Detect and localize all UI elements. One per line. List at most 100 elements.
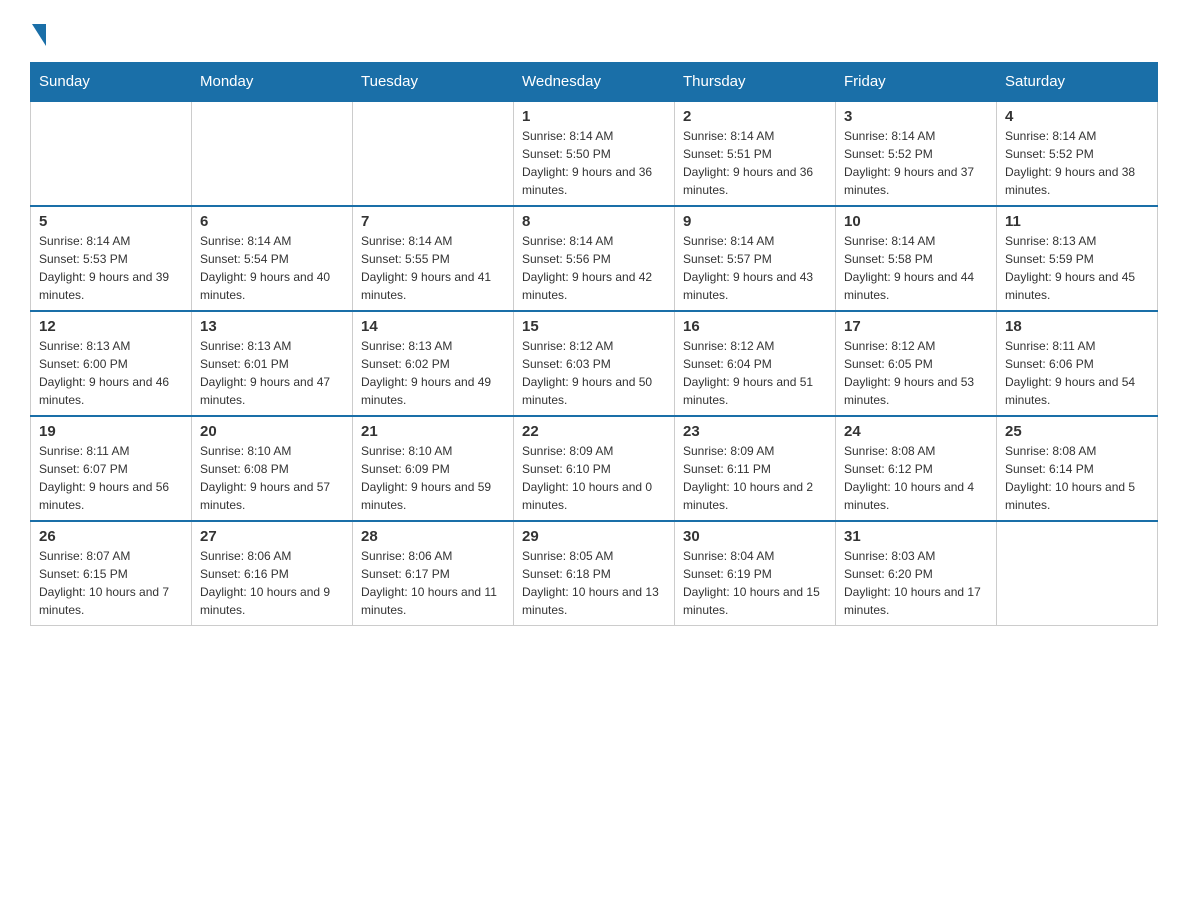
day-info: Sunrise: 8:08 AM Sunset: 6:14 PM Dayligh… xyxy=(1005,442,1149,514)
day-number: 30 xyxy=(683,528,827,545)
table-row: 21 Sunrise: 8:10 AM Sunset: 6:09 PM Dayli… xyxy=(353,416,514,521)
day-info: Sunrise: 8:09 AM Sunset: 6:10 PM Dayligh… xyxy=(522,442,666,514)
day-info: Sunrise: 8:12 AM Sunset: 6:03 PM Dayligh… xyxy=(522,337,666,409)
day-info: Sunrise: 8:12 AM Sunset: 6:05 PM Dayligh… xyxy=(844,337,988,409)
table-row: 31Sunrise: 8:03 AM Sunset: 6:20 PM Dayli… xyxy=(836,521,997,626)
table-row: 13 Sunrise: 8:13 AM Sunset: 6:01 PM Dayli… xyxy=(192,311,353,416)
table-row xyxy=(353,101,514,206)
col-tuesday: Tuesday xyxy=(353,63,514,102)
day-number: 16 xyxy=(683,318,827,335)
day-number: 7 xyxy=(361,213,505,230)
table-row: 10 Sunrise: 8:14 AM Sunset: 5:58 PM Dayli… xyxy=(836,206,997,311)
day-info: Sunrise: 8:06 AM Sunset: 6:16 PM Dayligh… xyxy=(200,547,344,619)
day-number: 3 xyxy=(844,108,988,125)
day-number: 1 xyxy=(522,108,666,125)
day-info: Sunrise: 8:14 AM Sunset: 5:56 PM Dayligh… xyxy=(522,232,666,304)
day-info: Sunrise: 8:11 AM Sunset: 6:07 PM Dayligh… xyxy=(39,442,183,514)
table-row: 8Sunrise: 8:14 AM Sunset: 5:56 PM Daylig… xyxy=(514,206,675,311)
day-number: 23 xyxy=(683,423,827,440)
calendar-week-row: 12 Sunrise: 8:13 AM Sunset: 6:00 PM Dayli… xyxy=(31,311,1158,416)
day-number: 2 xyxy=(683,108,827,125)
day-number: 17 xyxy=(844,318,988,335)
day-info: Sunrise: 8:03 AM Sunset: 6:20 PM Dayligh… xyxy=(844,547,988,619)
day-number: 18 xyxy=(1005,318,1149,335)
table-row: 28 Sunrise: 8:06 AM Sunset: 6:17 PM Dayli… xyxy=(353,521,514,626)
day-info: Sunrise: 8:14 AM Sunset: 5:52 PM Dayligh… xyxy=(844,127,988,199)
day-info: Sunrise: 8:13 AM Sunset: 6:01 PM Dayligh… xyxy=(200,337,344,409)
page-header xyxy=(30,20,1158,42)
calendar-week-row: 26 Sunrise: 8:07 AM Sunset: 6:15 PM Dayli… xyxy=(31,521,1158,626)
col-wednesday: Wednesday xyxy=(514,63,675,102)
table-row: 27 Sunrise: 8:06 AM Sunset: 6:16 PM Dayli… xyxy=(192,521,353,626)
day-info: Sunrise: 8:14 AM Sunset: 5:53 PM Dayligh… xyxy=(39,232,183,304)
col-friday: Friday xyxy=(836,63,997,102)
day-info: Sunrise: 8:14 AM Sunset: 5:54 PM Dayligh… xyxy=(200,232,344,304)
col-thursday: Thursday xyxy=(675,63,836,102)
day-info: Sunrise: 8:10 AM Sunset: 6:09 PM Dayligh… xyxy=(361,442,505,514)
col-sunday: Sunday xyxy=(31,63,192,102)
table-row xyxy=(192,101,353,206)
day-number: 13 xyxy=(200,318,344,335)
day-number: 10 xyxy=(844,213,988,230)
calendar-week-row: 5 Sunrise: 8:14 AM Sunset: 5:53 PM Daylig… xyxy=(31,206,1158,311)
logo-triangle-icon xyxy=(32,24,46,46)
day-number: 11 xyxy=(1005,213,1149,230)
table-row: 19 Sunrise: 8:11 AM Sunset: 6:07 PM Dayli… xyxy=(31,416,192,521)
day-number: 12 xyxy=(39,318,183,335)
day-number: 20 xyxy=(200,423,344,440)
day-info: Sunrise: 8:07 AM Sunset: 6:15 PM Dayligh… xyxy=(39,547,183,619)
day-number: 25 xyxy=(1005,423,1149,440)
day-info: Sunrise: 8:14 AM Sunset: 5:58 PM Dayligh… xyxy=(844,232,988,304)
day-number: 4 xyxy=(1005,108,1149,125)
table-row xyxy=(31,101,192,206)
logo xyxy=(30,20,46,42)
table-row: 22 Sunrise: 8:09 AM Sunset: 6:10 PM Dayli… xyxy=(514,416,675,521)
day-number: 24 xyxy=(844,423,988,440)
table-row: 11Sunrise: 8:13 AM Sunset: 5:59 PM Dayli… xyxy=(997,206,1158,311)
table-row: 9 Sunrise: 8:14 AM Sunset: 5:57 PM Daylig… xyxy=(675,206,836,311)
day-number: 29 xyxy=(522,528,666,545)
day-info: Sunrise: 8:14 AM Sunset: 5:57 PM Dayligh… xyxy=(683,232,827,304)
day-number: 26 xyxy=(39,528,183,545)
table-row: 7Sunrise: 8:14 AM Sunset: 5:55 PM Daylig… xyxy=(353,206,514,311)
day-number: 19 xyxy=(39,423,183,440)
table-row xyxy=(997,521,1158,626)
table-row: 30 Sunrise: 8:04 AM Sunset: 6:19 PM Dayli… xyxy=(675,521,836,626)
calendar-week-row: 1 Sunrise: 8:14 AM Sunset: 5:50 PM Daylig… xyxy=(31,101,1158,206)
table-row: 2Sunrise: 8:14 AM Sunset: 5:51 PM Daylig… xyxy=(675,101,836,206)
day-number: 5 xyxy=(39,213,183,230)
table-row: 18 Sunrise: 8:11 AM Sunset: 6:06 PM Dayli… xyxy=(997,311,1158,416)
table-row: 17 Sunrise: 8:12 AM Sunset: 6:05 PM Dayli… xyxy=(836,311,997,416)
day-info: Sunrise: 8:05 AM Sunset: 6:18 PM Dayligh… xyxy=(522,547,666,619)
col-monday: Monday xyxy=(192,63,353,102)
table-row: 4Sunrise: 8:14 AM Sunset: 5:52 PM Daylig… xyxy=(997,101,1158,206)
table-row: 23 Sunrise: 8:09 AM Sunset: 6:11 PM Dayli… xyxy=(675,416,836,521)
day-number: 22 xyxy=(522,423,666,440)
table-row: 3 Sunrise: 8:14 AM Sunset: 5:52 PM Daylig… xyxy=(836,101,997,206)
calendar-header-row: Sunday Monday Tuesday Wednesday Thursday… xyxy=(31,63,1158,102)
day-info: Sunrise: 8:13 AM Sunset: 6:00 PM Dayligh… xyxy=(39,337,183,409)
day-info: Sunrise: 8:09 AM Sunset: 6:11 PM Dayligh… xyxy=(683,442,827,514)
day-number: 27 xyxy=(200,528,344,545)
day-info: Sunrise: 8:12 AM Sunset: 6:04 PM Dayligh… xyxy=(683,337,827,409)
table-row: 5 Sunrise: 8:14 AM Sunset: 5:53 PM Daylig… xyxy=(31,206,192,311)
day-number: 14 xyxy=(361,318,505,335)
day-info: Sunrise: 8:04 AM Sunset: 6:19 PM Dayligh… xyxy=(683,547,827,619)
day-number: 6 xyxy=(200,213,344,230)
table-row: 16 Sunrise: 8:12 AM Sunset: 6:04 PM Dayli… xyxy=(675,311,836,416)
calendar-table: Sunday Monday Tuesday Wednesday Thursday… xyxy=(30,62,1158,626)
table-row: 25 Sunrise: 8:08 AM Sunset: 6:14 PM Dayli… xyxy=(997,416,1158,521)
day-number: 21 xyxy=(361,423,505,440)
table-row: 29 Sunrise: 8:05 AM Sunset: 6:18 PM Dayli… xyxy=(514,521,675,626)
calendar-week-row: 19 Sunrise: 8:11 AM Sunset: 6:07 PM Dayli… xyxy=(31,416,1158,521)
day-info: Sunrise: 8:06 AM Sunset: 6:17 PM Dayligh… xyxy=(361,547,505,619)
day-info: Sunrise: 8:14 AM Sunset: 5:50 PM Dayligh… xyxy=(522,127,666,199)
table-row: 26 Sunrise: 8:07 AM Sunset: 6:15 PM Dayli… xyxy=(31,521,192,626)
table-row: 12 Sunrise: 8:13 AM Sunset: 6:00 PM Dayli… xyxy=(31,311,192,416)
day-info: Sunrise: 8:10 AM Sunset: 6:08 PM Dayligh… xyxy=(200,442,344,514)
day-number: 28 xyxy=(361,528,505,545)
day-info: Sunrise: 8:11 AM Sunset: 6:06 PM Dayligh… xyxy=(1005,337,1149,409)
day-number: 9 xyxy=(683,213,827,230)
table-row: 1 Sunrise: 8:14 AM Sunset: 5:50 PM Daylig… xyxy=(514,101,675,206)
table-row: 6 Sunrise: 8:14 AM Sunset: 5:54 PM Daylig… xyxy=(192,206,353,311)
